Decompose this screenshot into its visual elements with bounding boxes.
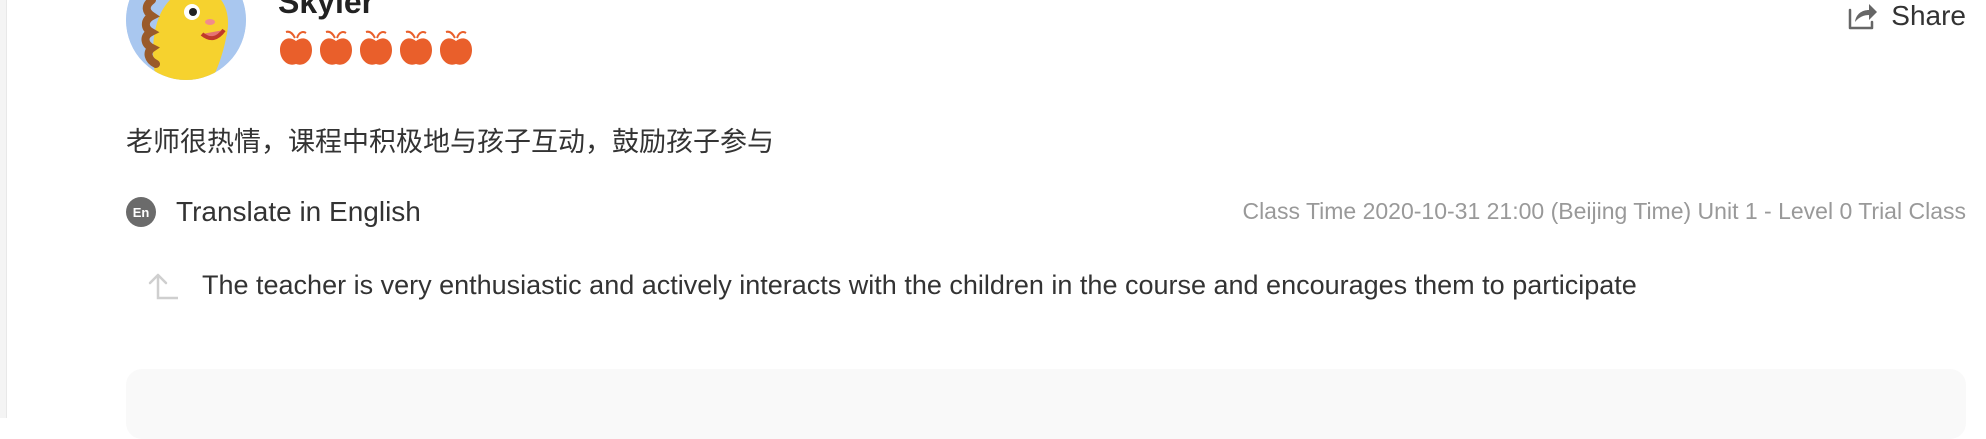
username: Skyler: [278, 0, 375, 20]
translate-label: Translate in English: [176, 196, 421, 227]
share-label: Share: [1891, 0, 1966, 31]
rating: [278, 28, 474, 68]
dinosaur-avatar-icon: [126, 0, 246, 80]
teacher-reply-panel: [126, 369, 1966, 439]
translate-icon: En: [126, 197, 156, 227]
reply-arrow-icon: [146, 268, 180, 302]
left-border: [0, 0, 7, 418]
translate-button[interactable]: En Translate in English: [126, 196, 421, 228]
share-icon: [1849, 4, 1878, 30]
apple-icon: [278, 28, 314, 68]
translation-row: The teacher is very enthusiastic and act…: [146, 268, 1637, 302]
review-comment: 老师很热情，课程中积极地与孩子互动，鼓励孩子参与: [126, 127, 774, 157]
class-time: Class Time 2020-10-31 21:00 (Beijing Tim…: [1242, 198, 1966, 224]
apple-icon: [398, 28, 434, 68]
apple-icon: [318, 28, 354, 68]
apple-icon: [358, 28, 394, 68]
translated-comment: The teacher is very enthusiastic and act…: [202, 269, 1637, 300]
share-button[interactable]: Share: [1845, 0, 1966, 32]
avatar[interactable]: [126, 0, 246, 80]
apple-icon: [438, 28, 474, 68]
